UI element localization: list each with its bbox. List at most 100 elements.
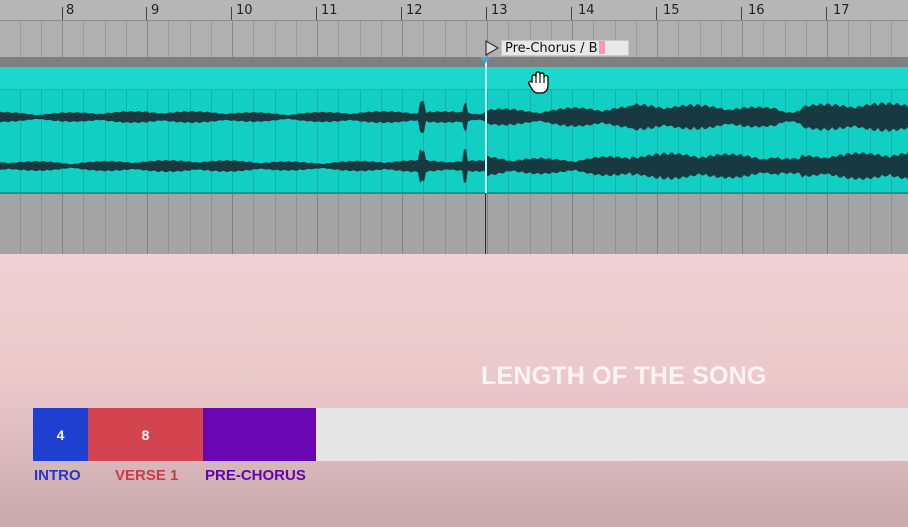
grid-line (253, 194, 255, 254)
grid-line (487, 194, 488, 254)
grid-line (869, 194, 871, 254)
locator-name-input[interactable]: Pre-Chorus / B (501, 40, 629, 56)
grid-line (104, 194, 106, 254)
grid-line (125, 21, 127, 57)
intro-bar-count: 4 (56, 426, 65, 443)
grid-line (423, 194, 425, 254)
prechorus-label: PRE-CHORUS (205, 467, 306, 484)
overlay-title: LENGTH OF THE SONG (481, 362, 767, 390)
bar-number: 13 (491, 3, 508, 18)
grid-line (125, 194, 127, 254)
waveform-channel-left (0, 100, 908, 134)
grid-line (444, 21, 446, 57)
empty-track-lane[interactable] (0, 194, 908, 254)
grid-line (699, 194, 701, 254)
grid-line (550, 194, 552, 254)
locator-name-text: Pre-Chorus / B (505, 41, 598, 56)
grid-line (210, 194, 212, 254)
grid-line (763, 21, 765, 57)
grid-line (210, 21, 212, 57)
grid-line (657, 21, 658, 57)
grid-line (317, 194, 318, 254)
grid-line (402, 194, 403, 254)
grid-line (359, 194, 361, 254)
grid-line (295, 21, 297, 57)
grid-line (635, 194, 637, 254)
grid-line (720, 21, 722, 57)
grid-line (742, 194, 743, 254)
bar-number: 9 (151, 3, 160, 18)
grid-line (465, 21, 467, 57)
grid-line (657, 194, 658, 254)
grid-line (848, 194, 850, 254)
grid-line (338, 21, 340, 57)
grid-line (890, 194, 892, 254)
bar-number: 8 (66, 3, 75, 18)
grid-line (763, 194, 765, 254)
grid-line (678, 21, 680, 57)
song-length-overlay: LENGTH OF THE SONG 4 8 INTRO VERSE 1 PRE… (0, 254, 908, 527)
grid-line (189, 194, 191, 254)
bar-tick (656, 7, 657, 20)
grid-line (614, 194, 616, 254)
bar-number: 16 (748, 3, 765, 18)
grid-line (189, 21, 191, 57)
lane-separator (0, 57, 908, 67)
grid-line (720, 194, 722, 254)
song-length-bar: 4 8 (33, 408, 908, 461)
grid-line (827, 194, 828, 254)
grid-line (40, 194, 42, 254)
grid-line (62, 194, 63, 254)
locator-lane[interactable] (0, 21, 908, 57)
bar-tick (571, 7, 572, 20)
bar-number: 17 (833, 3, 850, 18)
bar-number: 10 (236, 3, 253, 18)
grid-line (699, 21, 701, 57)
bar-number: 11 (321, 3, 338, 18)
grid-line (742, 21, 743, 57)
grid-line (869, 21, 871, 57)
bar-tick (316, 7, 317, 20)
grid-line (19, 21, 21, 57)
bar-ruler[interactable]: 8 9 10 11 12 13 14 15 16 17 (0, 0, 908, 21)
grid-line (848, 21, 850, 57)
grid-line (508, 194, 510, 254)
grid-line (890, 21, 892, 57)
grid-line (274, 194, 276, 254)
grid-line (635, 21, 637, 57)
audio-waveform (0, 100, 908, 184)
grid-line (380, 194, 382, 254)
bar-tick (826, 7, 827, 20)
grid-line (572, 194, 573, 254)
bar-tick (62, 7, 63, 20)
bar-number: 14 (578, 3, 595, 18)
bar-number: 15 (663, 3, 680, 18)
grid-line (827, 21, 828, 57)
prechorus-segment (203, 408, 316, 461)
playhead-marker-icon[interactable] (480, 57, 490, 64)
grid-line (104, 21, 106, 57)
locator-play-icon[interactable] (484, 40, 500, 56)
grid-line (423, 21, 425, 57)
playhead-line-lower (485, 193, 486, 254)
grid-line (253, 21, 255, 57)
grid-line (402, 21, 403, 57)
bar-tick (231, 7, 232, 20)
grid-line (83, 194, 85, 254)
grid-line (529, 194, 531, 254)
intro-segment: 4 (33, 408, 88, 461)
grid-line (147, 21, 148, 57)
grid-line (380, 21, 382, 57)
playhead-line[interactable] (485, 57, 487, 193)
bar-tick (146, 7, 147, 20)
bar-number: 12 (406, 3, 423, 18)
waveform-channel-right (0, 148, 908, 184)
verse1-bar-count: 8 (141, 426, 150, 443)
intro-label: INTRO (34, 467, 81, 484)
grid-line (168, 21, 170, 57)
verse1-label: VERSE 1 (115, 467, 179, 484)
arrangement-view: 8 9 10 11 12 13 14 15 16 17 Pre-Chorus /… (0, 0, 908, 254)
grid-line (784, 194, 786, 254)
audio-clip-header[interactable] (0, 67, 908, 90)
grid-line (295, 194, 297, 254)
